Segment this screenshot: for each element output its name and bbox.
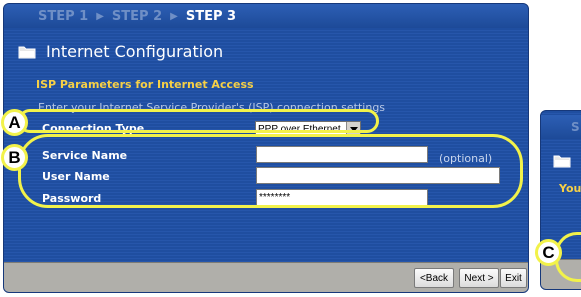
callout-badge-b: B — [1, 144, 28, 171]
callout-b-outline — [18, 134, 523, 208]
second-step-indicator: S — [541, 115, 581, 139]
next-button-visible[interactable]: Next > — [459, 268, 499, 288]
step-indicator: STEP 1 ▶ STEP 2 ▶ STEP 3 — [4, 4, 528, 28]
page-header: Internet Configuration — [18, 42, 223, 61]
step-1: STEP 1 — [38, 8, 89, 24]
second-window-text: You — [559, 182, 581, 195]
callout-a-outline — [18, 109, 379, 133]
exit-button[interactable]: Exit — [500, 268, 527, 288]
section-title: ISP Parameters for Internet Access — [36, 78, 254, 91]
step-separator-icon: ▶ — [170, 10, 178, 22]
callout-badge-a: A — [1, 109, 28, 136]
folder-icon — [553, 153, 571, 172]
step-2: STEP 2 — [111, 8, 163, 24]
callout-badge-c: C — [535, 239, 562, 266]
page-title: Internet Configuration — [46, 42, 224, 61]
step-3: STEP 3 — [185, 8, 237, 24]
folder-icon — [18, 44, 36, 59]
step-separator-icon: ▶ — [96, 10, 104, 22]
back-button-visible[interactable]: <Back — [414, 268, 454, 288]
